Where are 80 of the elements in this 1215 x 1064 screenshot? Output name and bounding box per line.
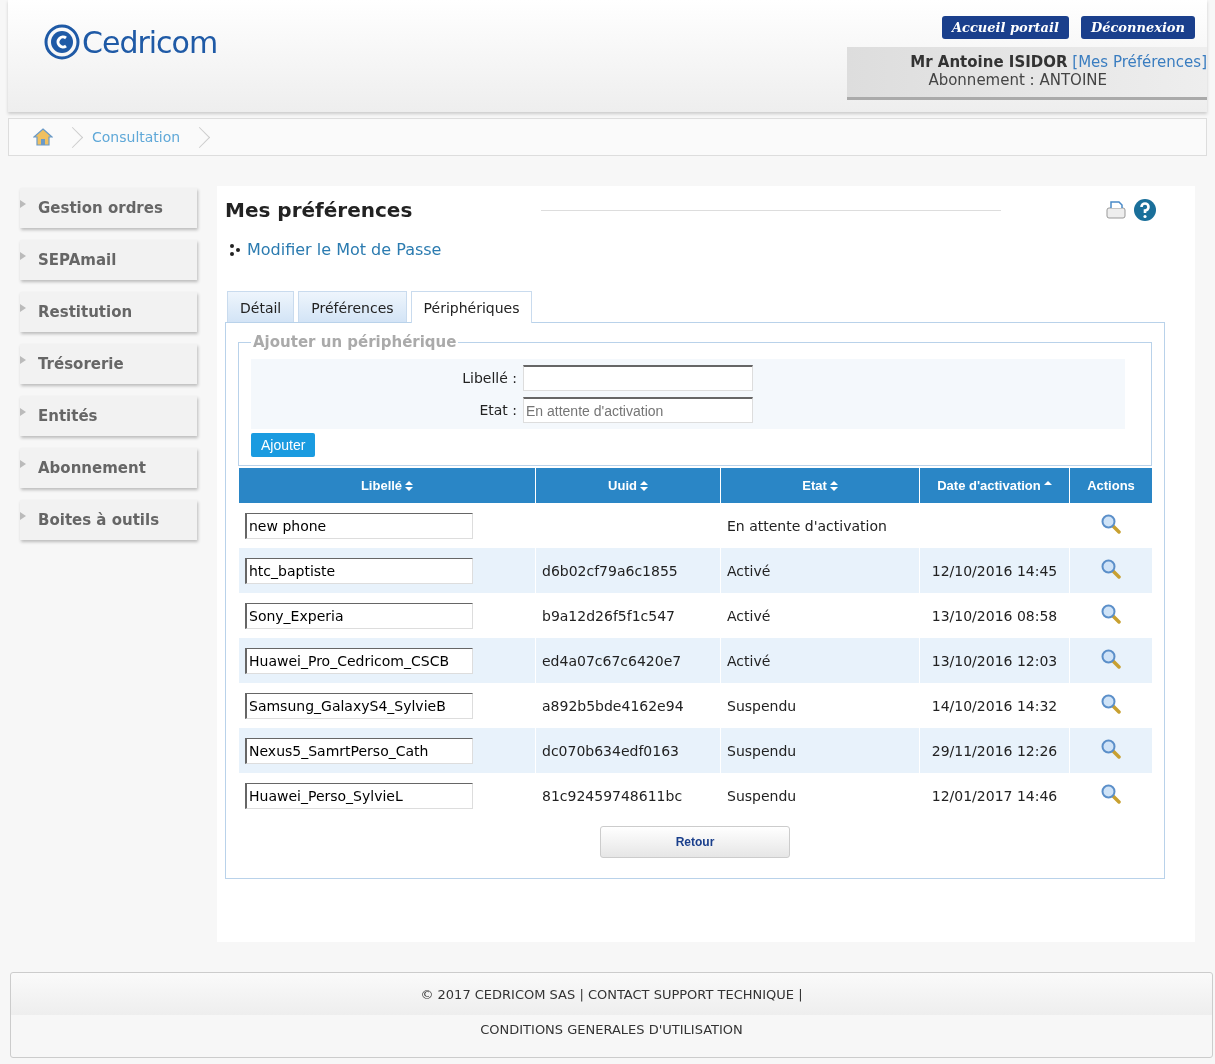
- form-legend: Ajouter un périphérique: [251, 333, 459, 351]
- table-cell: 12/10/2016 14:45: [931, 562, 1058, 579]
- table-cell: En attente d'activation: [727, 517, 887, 534]
- sidebar-item[interactable]: Gestion ordres: [20, 188, 197, 228]
- name-field[interactable]: Huawei_Pro_Cedricom_CSCB: [245, 647, 473, 674]
- name-field[interactable]: Huawei_Perso_SylvieL: [245, 782, 473, 809]
- column-header[interactable]: Libellé: [239, 468, 536, 503]
- add-button[interactable]: Ajouter: [251, 433, 316, 457]
- input-field[interactable]: En attente d'activation: [523, 397, 753, 423]
- bullet-icon: [20, 252, 26, 260]
- logo-icon: [44, 24, 80, 60]
- sidebar-item[interactable]: Abonnement: [20, 448, 197, 488]
- user-name: Mr Antoine ISIDOR: [910, 53, 1068, 71]
- table-cell: dc070b634edf0163: [542, 742, 679, 759]
- table-cell: Suspendu: [727, 742, 797, 759]
- search-icon[interactable]: [1101, 559, 1121, 579]
- table-cell: 13/10/2016 08:58: [931, 607, 1058, 624]
- search-icon[interactable]: [1101, 604, 1121, 624]
- sidebar-item[interactable]: Restitution: [20, 292, 197, 332]
- name-field[interactable]: Sony_Experia: [245, 602, 473, 629]
- sort-icon: [639, 480, 648, 491]
- bullet-icon: [20, 408, 26, 416]
- search-icon[interactable]: [1101, 514, 1121, 534]
- search-icon[interactable]: [1101, 784, 1121, 804]
- table-cell: ed4a07c67c6420e7: [542, 652, 682, 669]
- table-cell: 29/11/2016 12:26: [931, 742, 1058, 759]
- footer-link[interactable]: CONDITIONS GENERALES D'UTILISATION: [480, 1022, 743, 1037]
- search-icon[interactable]: [1101, 694, 1121, 714]
- table-cell: 81c92459748611bc: [542, 787, 683, 804]
- table-cell: Activé: [727, 562, 771, 579]
- sidebar-item[interactable]: Trésorerie: [20, 344, 197, 384]
- table-cell: 12/01/2017 14:46: [931, 787, 1058, 804]
- column-header[interactable]: Actions: [1069, 468, 1153, 503]
- sort-icon: [829, 480, 838, 491]
- preferences-link[interactable]: [Mes Préférences]: [1072, 53, 1207, 71]
- tab[interactable]: Périphériques: [410, 291, 533, 323]
- footer-link[interactable]: © 2017 CEDRICOM SAS | CONTACT SUPPORT TECHNIQUE |: [420, 987, 803, 1002]
- logo-text: Cedricom: [82, 24, 218, 60]
- page-title: Mes préférences: [225, 198, 414, 222]
- table-cell: Activé: [727, 652, 771, 669]
- table-cell: Suspendu: [727, 697, 797, 714]
- sidebar-item[interactable]: SEPAmail: [20, 240, 197, 280]
- column-header[interactable]: Etat: [720, 468, 920, 503]
- header-button[interactable]: Accueil portail: [941, 16, 1069, 39]
- sidebar-item[interactable]: Boites à outils: [20, 500, 197, 540]
- name-field[interactable]: new phone: [245, 512, 473, 539]
- sort-icon: [405, 480, 414, 491]
- name-field[interactable]: htc_baptiste: [245, 557, 473, 584]
- dots-icon: [229, 242, 241, 257]
- back-button[interactable]: Retour: [600, 826, 790, 858]
- tab[interactable]: Détail: [227, 291, 295, 322]
- field-label: Etat :: [478, 402, 517, 418]
- table-cell: a892b5bde4162e94: [542, 697, 684, 714]
- column-header[interactable]: Date d'activation: [919, 468, 1070, 503]
- print-icon[interactable]: [1105, 199, 1127, 221]
- bullet-icon: [20, 356, 26, 364]
- search-icon[interactable]: [1101, 739, 1121, 759]
- bullet-icon: [20, 304, 26, 312]
- table-cell: b9a12d26f5f1c547: [542, 607, 675, 624]
- subscription-text: Abonnement : ANTOINE: [927, 71, 1108, 89]
- header-button[interactable]: Déconnexion: [1080, 16, 1195, 39]
- bullet-icon: [20, 512, 26, 520]
- table-cell: 13/10/2016 12:03: [931, 652, 1058, 669]
- column-header[interactable]: Uuid: [535, 468, 721, 503]
- input-field[interactable]: [523, 365, 753, 391]
- help-icon[interactable]: [1133, 198, 1157, 222]
- change-password-link[interactable]: Modifier le Mot de Passe: [247, 240, 442, 259]
- name-field[interactable]: Samsung_GalaxyS4_SylvieB: [245, 692, 473, 719]
- table-cell: 14/10/2016 14:32: [931, 697, 1058, 714]
- name-field[interactable]: Nexus5_SamrtPerso_Cath: [245, 737, 473, 764]
- bullet-icon: [20, 460, 26, 468]
- tab[interactable]: Préférences: [298, 291, 407, 322]
- home-icon[interactable]: [33, 128, 53, 146]
- table-cell: d6b02cf79a6c1855: [542, 562, 678, 579]
- search-icon[interactable]: [1101, 649, 1121, 669]
- table-cell: Activé: [727, 607, 771, 624]
- table-cell: Suspendu: [727, 787, 797, 804]
- bullet-icon: [20, 200, 26, 208]
- sidebar-item[interactable]: Entités: [20, 396, 197, 436]
- field-label: Libellé :: [461, 370, 517, 386]
